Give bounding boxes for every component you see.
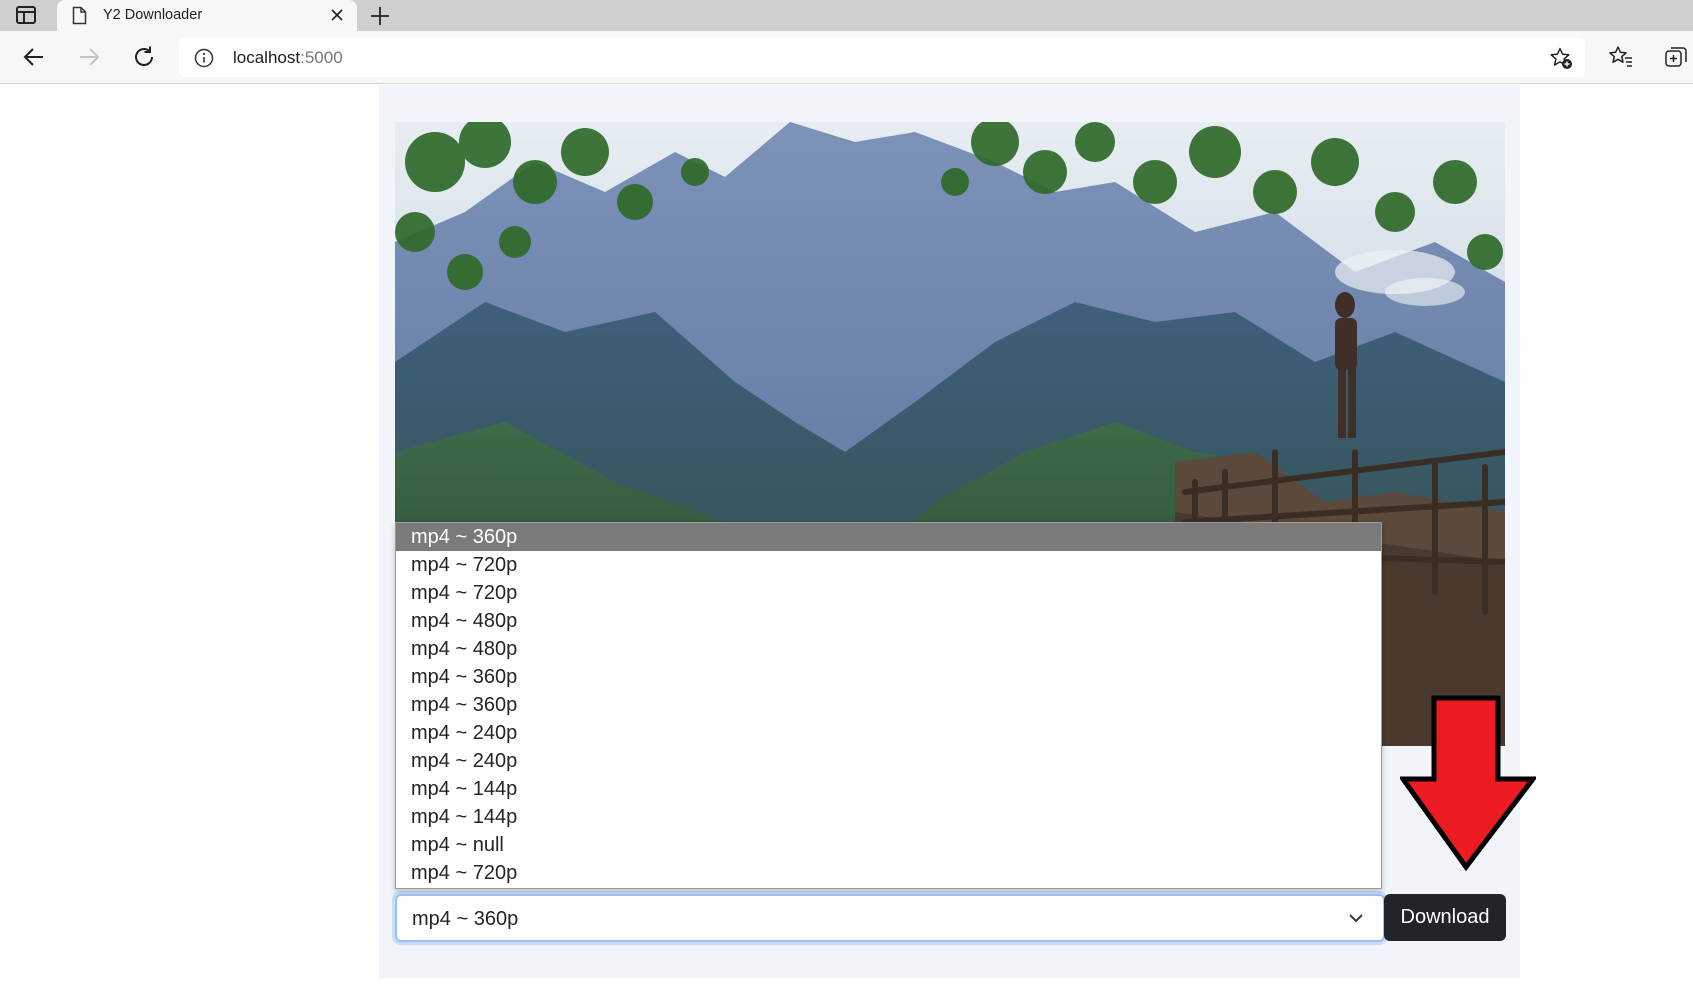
dropdown-option[interactable]: mp4 ~ 480p xyxy=(396,607,1381,635)
dropdown-option[interactable]: mp4 ~ 720p xyxy=(396,859,1381,887)
dropdown-option[interactable]: mp4 ~ 480p xyxy=(396,635,1381,663)
dropdown-option[interactable]: mp4 ~ 360p xyxy=(396,691,1381,719)
quality-select[interactable]: mp4 ~ 360p xyxy=(395,894,1385,942)
close-icon[interactable] xyxy=(329,7,345,23)
browser-toolbar: localhost:5000 xyxy=(0,31,1693,84)
back-icon[interactable] xyxy=(21,44,47,70)
favorite-add-icon[interactable] xyxy=(1549,46,1573,70)
dropdown-option[interactable]: mp4 ~ 240p xyxy=(396,719,1381,747)
select-value: mp4 ~ 360p xyxy=(412,908,519,930)
download-button[interactable]: Download xyxy=(1384,894,1506,941)
dropdown-option[interactable]: mp4 ~ 360p xyxy=(396,663,1381,691)
dropdown-option[interactable]: mp4 ~ null xyxy=(396,831,1381,859)
forward-icon[interactable] xyxy=(76,44,102,70)
url-text: localhost:5000 xyxy=(233,48,343,68)
quality-dropdown-list: mp4 ~ 360p mp4 ~ 720p mp4 ~ 720p mp4 ~ 480p… xyxy=(395,522,1382,889)
dropdown-option[interactable]: mp4 ~ 144p xyxy=(396,803,1381,831)
favorites-icon[interactable] xyxy=(1608,44,1634,70)
tab-strip: Y2 Downloader xyxy=(0,0,1693,31)
arrow-down-icon xyxy=(1400,695,1536,871)
collections-icon[interactable] xyxy=(1663,44,1689,70)
chevron-down-icon xyxy=(1349,914,1363,923)
dropdown-option[interactable]: mp4 ~ 720p xyxy=(396,551,1381,579)
dropdown-option[interactable]: mp4 ~ 240p xyxy=(396,747,1381,775)
page-icon xyxy=(72,6,87,25)
dropdown-option[interactable]: mp4 ~ 144p xyxy=(396,775,1381,803)
url-host: localhost xyxy=(233,48,301,67)
url-port: :5000 xyxy=(300,48,343,67)
tab-title: Y2 Downloader xyxy=(103,7,203,23)
dropdown-option[interactable]: mp4 ~ 720p xyxy=(396,579,1381,607)
info-icon[interactable] xyxy=(194,48,214,68)
address-bar[interactable]: localhost:5000 xyxy=(179,38,1585,77)
plus-icon[interactable] xyxy=(368,4,392,28)
browser-tab[interactable]: Y2 Downloader xyxy=(57,0,357,31)
sidebar-icon[interactable] xyxy=(16,6,36,24)
refresh-icon[interactable] xyxy=(131,44,157,70)
dropdown-option[interactable]: mp4 ~ 360p xyxy=(396,523,1381,551)
